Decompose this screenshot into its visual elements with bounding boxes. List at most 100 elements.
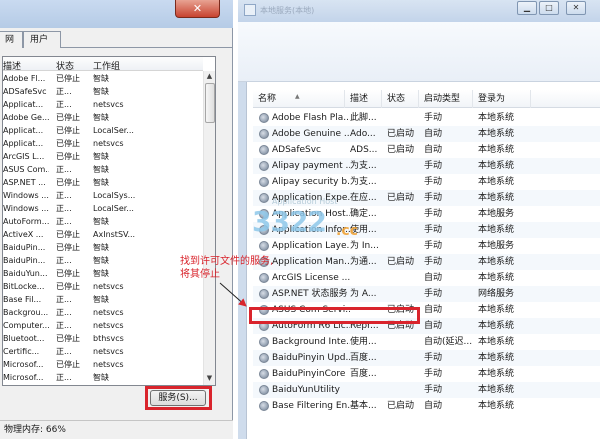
column-header-log-on-as[interactable]: 登录为 xyxy=(473,90,531,108)
list-item[interactable]: Base Fil... 正... 智缺 xyxy=(3,293,203,306)
service-gear-icon xyxy=(259,161,269,171)
list-item[interactable]: Bluetoot... 已停止 bthsvcs xyxy=(3,332,203,345)
list-item[interactable]: Backgrou... 正... netsvcs xyxy=(3,306,203,319)
service-description: 基本... xyxy=(350,401,377,411)
column-header-description[interactable]: 描述 xyxy=(345,90,382,108)
list-item[interactable]: Microsof... 正... 智缺 xyxy=(3,371,203,384)
minimize-button[interactable]: ▁ xyxy=(517,1,537,15)
list-item[interactable]: BaiduPin... 已停止 智缺 xyxy=(3,241,203,254)
column-header-name[interactable]: 名称 ▲ xyxy=(253,90,345,108)
tab-network[interactable]: 网 xyxy=(0,31,23,48)
table-row[interactable]: BaiduPinyinCore 百度... 手动 本地系统 xyxy=(253,366,600,382)
list-item-group: 智缺 xyxy=(93,178,109,187)
column-header-status[interactable]: 状态 xyxy=(382,90,419,108)
table-row[interactable]: ASP.NET 状态服务为 A... 手动 网络服务 xyxy=(253,286,600,302)
annotation-line-1: 找到许可文件的服务, xyxy=(180,256,274,267)
services-list: 描述 状态 工作组 Adobe Fl... 已停止 智缺 ADSafeSvc 正... 智… xyxy=(2,56,216,386)
list-item-status: 已停止 xyxy=(56,243,80,252)
task-manager-tabs: 网 用户 xyxy=(0,30,233,48)
list-item-description: Applicat... xyxy=(3,139,44,148)
scroll-up-icon[interactable]: ▲ xyxy=(204,71,215,82)
list-item[interactable]: BaiduYun... 已停止 智缺 xyxy=(3,267,203,280)
service-description: 百度... xyxy=(350,353,377,363)
list-item[interactable]: Computer... 正... netsvcs xyxy=(3,319,203,332)
close-button[interactable]: ✕ xyxy=(175,0,220,18)
close-button[interactable]: ✕ xyxy=(566,1,586,15)
table-row[interactable]: Alipay security b... 为支... 手动 本地系统 xyxy=(253,174,600,190)
list-item[interactable]: AutoForm... 正... 智缺 xyxy=(3,215,203,228)
column-header-status[interactable]: 状态 xyxy=(56,59,74,72)
services-button[interactable]: 服务(S)... xyxy=(150,390,206,406)
column-header-description[interactable]: 描述 xyxy=(3,59,21,72)
list-item[interactable]: ASUS Com... 正... 智缺 xyxy=(3,163,203,176)
scrollbar-thumb[interactable] xyxy=(205,83,215,123)
list-item-description: Applicat... xyxy=(3,100,44,109)
list-item[interactable]: Applicat... 已停止 LocalSer... xyxy=(3,124,203,137)
list-item-description: ADSafeSvc xyxy=(3,87,47,96)
vertical-scrollbar[interactable]: ▲ ▼ xyxy=(203,71,215,385)
column-header-group[interactable]: 工作组 xyxy=(93,59,120,72)
list-item[interactable]: Microsof... 已停止 netsvcs xyxy=(3,358,203,371)
list-item[interactable]: Adobe Ge... 已停止 智缺 xyxy=(3,111,203,124)
list-item-description: Certific... xyxy=(3,347,40,356)
watermark-digits: 3322 xyxy=(252,205,327,238)
list-item-description: BaiduPin... xyxy=(3,243,46,252)
service-name: ASP.NET 状态服务 xyxy=(272,289,348,299)
table-row[interactable]: Adobe Flash Pla... 此脚... 手动 本地系统 xyxy=(253,110,600,126)
list-item[interactable]: ActiveX ... 已停止 AxInstSV... xyxy=(3,228,203,241)
table-row[interactable]: Background Inte... 使用... 自动(延迟... 本地系统 xyxy=(253,334,600,350)
list-item-status: 正... xyxy=(56,217,72,226)
service-status: 已启动 xyxy=(387,257,415,267)
list-item-status: 已停止 xyxy=(56,269,80,278)
list-item-status: 正... xyxy=(56,204,72,213)
service-name: Alipay payment ... xyxy=(272,161,350,171)
table-row[interactable]: ArcGIS License ... 自动 本地系统 xyxy=(253,270,600,286)
table-row[interactable]: ADSafeSvc ADS... 已启动 自动 本地系统 xyxy=(253,142,600,158)
list-item[interactable]: Applicat... 已停止 netsvcs xyxy=(3,137,203,150)
list-item[interactable]: Windows ... 正... LocalSys... xyxy=(3,189,203,202)
list-item-description: BitLocke... xyxy=(3,282,45,291)
service-startup-type: 自动 xyxy=(424,321,443,331)
list-item-description: ASUS Com... xyxy=(3,165,49,174)
service-description: 为支... xyxy=(350,161,377,171)
list-item-status: 已停止 xyxy=(56,74,80,83)
list-item[interactable]: BaiduPin... 正... 智缺 xyxy=(3,254,203,267)
tab-users[interactable]: 用户 xyxy=(23,31,61,48)
service-log-on-as: 本地系统 xyxy=(478,129,515,139)
list-item[interactable]: ArcGIS L... 已停止 智缺 xyxy=(3,150,203,163)
list-item-description: ActiveX ... xyxy=(3,230,44,239)
table-row[interactable]: Application Man... 为通... 已启动 手动 本地系统 xyxy=(253,254,600,270)
table-row[interactable]: Adobe Genuine ... Ado... 已启动 自动 本地系统 xyxy=(253,126,600,142)
list-item-status: 正... xyxy=(56,100,72,109)
service-log-on-as: 本地系统 xyxy=(478,225,515,235)
list-item-group: bthsvcs xyxy=(93,334,124,343)
service-description: 百度... xyxy=(350,369,377,379)
service-startup-type: 自动 xyxy=(424,401,443,411)
column-header-startup-type[interactable]: 启动类型 xyxy=(419,90,473,108)
list-item[interactable]: Applicat... 正... netsvcs xyxy=(3,98,203,111)
list-item[interactable]: BitLocke... 已停止 netsvcs xyxy=(3,280,203,293)
table-row[interactable]: BaiduPinyin Upd... 百度... 手动 本地系统 xyxy=(253,350,600,366)
list-item-status: 已停止 xyxy=(56,230,80,239)
list-item-group: 智缺 xyxy=(93,165,109,174)
list-item[interactable]: Certific... 正... netsvcs xyxy=(3,345,203,358)
service-gear-icon xyxy=(259,353,269,363)
scroll-down-icon[interactable]: ▼ xyxy=(204,373,215,384)
service-startup-type: 自动 xyxy=(424,129,443,139)
service-name: Adobe Genuine ... xyxy=(272,129,350,139)
list-item[interactable]: Adobe Fl... 已停止 智缺 xyxy=(3,72,203,85)
table-row[interactable]: BaiduYunUtility 手动 本地系统 xyxy=(253,382,600,398)
service-status: 已启动 xyxy=(387,401,415,411)
list-item[interactable]: ADSafeSvc 正... 智缺 xyxy=(3,85,203,98)
list-item[interactable]: Windows ... 正... LocalSer... xyxy=(3,202,203,215)
table-row[interactable]: Alipay payment ... 为支... 手动 本地系统 xyxy=(253,158,600,174)
service-description: 为支... xyxy=(350,177,377,187)
table-row[interactable]: Base Filtering En... 基本... 已启动 自动 本地系统 xyxy=(253,398,600,414)
list-item-group: netsvcs xyxy=(93,308,124,317)
service-startup-type: 手动 xyxy=(424,113,443,123)
list-item-status: 已停止 xyxy=(56,334,80,343)
list-item-status: 正... xyxy=(56,165,72,174)
list-item[interactable]: ASP.NET ... 已停止 智缺 xyxy=(3,176,203,189)
maximize-button[interactable]: □ xyxy=(539,1,559,15)
service-name: Alipay security b... xyxy=(272,177,350,187)
